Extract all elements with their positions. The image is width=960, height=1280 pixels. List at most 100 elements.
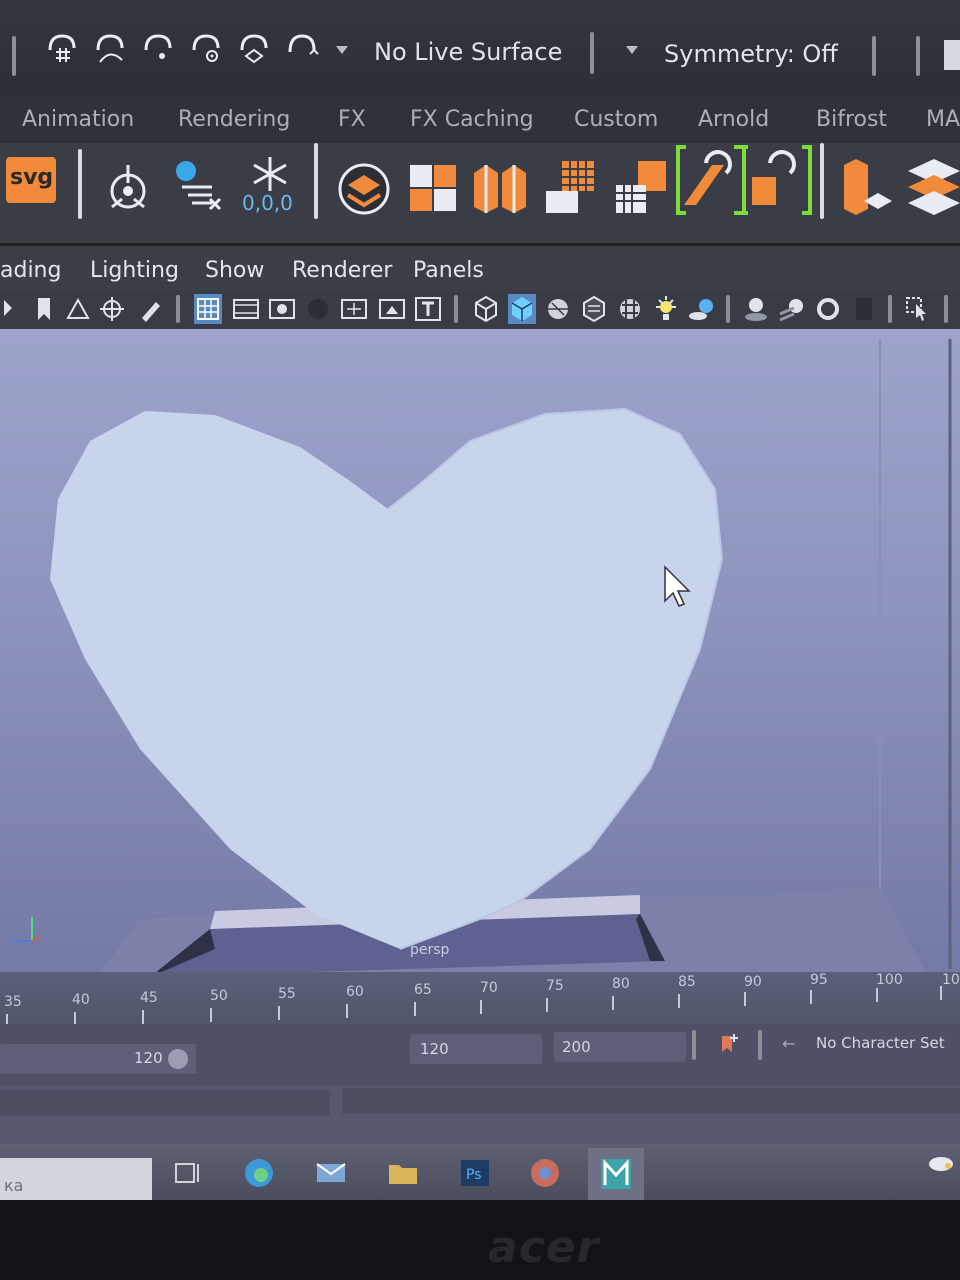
snap-surface-icon[interactable] [236, 30, 272, 66]
character-set-dropdown[interactable]: No Character Set [816, 1034, 945, 1052]
snap-point-icon[interactable] [140, 30, 176, 66]
edge-browser-icon[interactable] [242, 1156, 276, 1190]
tab-arnold[interactable]: Arnold [698, 107, 769, 132]
tab-fx-caching[interactable]: FX Caching [410, 107, 534, 132]
select-camera-icon[interactable] [0, 294, 28, 324]
split-cubes-icon[interactable] [470, 151, 530, 229]
tab-rendering[interactable]: Rendering [178, 107, 290, 132]
tab-bifrost[interactable]: Bifrost [816, 107, 887, 132]
layers-icon[interactable] [334, 151, 394, 229]
separator [820, 143, 824, 219]
camera-name-label: persp [410, 942, 450, 958]
task-view-icon[interactable] [172, 1156, 206, 1190]
animation-end-field[interactable]: 120 [410, 1034, 542, 1064]
safe-action-icon[interactable] [378, 294, 406, 324]
viewport-persp[interactable]: persp [0, 329, 960, 979]
weather-icon[interactable] [924, 1144, 958, 1178]
symmetry-dropdown[interactable]: Symmetry: Off [664, 40, 838, 68]
ambient-occlusion-icon[interactable] [742, 294, 770, 324]
tick [876, 988, 878, 1002]
isolate-select-icon[interactable] [904, 294, 932, 324]
heart-mesh[interactable] [50, 409, 722, 949]
separator [176, 295, 180, 323]
animation-total-field[interactable]: 200 [554, 1032, 686, 1062]
stacked-tiles-icon[interactable] [900, 151, 960, 229]
anti-aliasing-icon[interactable] [814, 294, 842, 324]
menu-show[interactable]: Show [205, 258, 264, 283]
safe-title-icon[interactable] [414, 294, 442, 324]
playback-range-bar[interactable]: 120 [0, 1044, 196, 1074]
menu-shading[interactable]: ading [0, 258, 61, 283]
field-chart-icon[interactable] [340, 294, 368, 324]
menu-renderer[interactable]: Renderer [292, 258, 392, 283]
cube-stack-icon[interactable] [836, 151, 896, 229]
menu-panels[interactable]: Panels [413, 258, 484, 283]
rotate-brackets-icon[interactable] [672, 143, 818, 217]
tick-label: 65 [414, 982, 432, 998]
command-line [0, 1086, 960, 1144]
grid-blocks-2-icon[interactable] [610, 151, 670, 229]
grid-icon[interactable] [194, 294, 222, 324]
pen-icon[interactable] [136, 294, 164, 324]
bake-icon[interactable] [170, 151, 230, 229]
tab-fx[interactable]: FX [338, 107, 366, 132]
shadows-icon[interactable] [688, 294, 716, 324]
lights-icon[interactable] [652, 294, 680, 324]
shelf-tabs: Animation Rendering FX FX Caching Custom… [0, 95, 960, 143]
smooth-shade-icon[interactable] [508, 294, 536, 324]
separator [692, 1030, 696, 1060]
mail-icon[interactable] [314, 1156, 348, 1190]
time-slider[interactable]: 35 40 45 50 55 60 65 70 75 80 85 90 95 1… [0, 972, 960, 1032]
wireframe-icon[interactable] [472, 294, 500, 324]
key-set-icon[interactable] [718, 1032, 742, 1056]
shelf: svg 0,0,0 [0, 143, 960, 243]
chrome-icon[interactable] [528, 1156, 562, 1190]
search-text: ка [4, 1176, 24, 1195]
maya-taskbar-button[interactable] [588, 1148, 644, 1200]
panel-toolbar [0, 291, 960, 329]
tick-label: 70 [480, 980, 498, 996]
tab-ma[interactable]: MA [926, 107, 960, 132]
live-surface-label[interactable]: No Live Surface [374, 38, 562, 66]
range-handle[interactable] [168, 1049, 188, 1069]
freeze-transforms-icon[interactable]: 0,0,0 [240, 151, 300, 229]
bookmark-icon[interactable] [30, 294, 58, 324]
tick [210, 1008, 212, 1022]
monitor-bezel [0, 1200, 960, 1280]
checker-icon[interactable] [616, 294, 644, 324]
joint-tool-icon[interactable] [98, 151, 158, 229]
snap-curve-icon[interactable] [92, 30, 128, 66]
photoshop-icon[interactable]: Ps [458, 1156, 492, 1190]
snap-view-plane-icon[interactable] [188, 30, 224, 66]
file-explorer-icon[interactable] [386, 1156, 420, 1190]
search-box[interactable]: ка [0, 1158, 152, 1202]
tick [346, 1004, 348, 1018]
tumble-icon[interactable] [98, 294, 126, 324]
shade-wire-icon[interactable] [544, 294, 572, 324]
tick [612, 996, 614, 1010]
depth-of-field-icon[interactable] [850, 294, 878, 324]
tab-animation[interactable]: Animation [22, 107, 134, 132]
chevron-down-icon[interactable] [336, 46, 348, 54]
camera-attributes-icon[interactable] [64, 294, 92, 324]
chevron-down-icon[interactable] [626, 46, 638, 54]
grid-blocks-icon[interactable] [540, 151, 600, 229]
quad-blocks-icon[interactable] [404, 151, 464, 229]
mel-input[interactable] [0, 1090, 330, 1116]
tick [278, 1006, 280, 1020]
textured-icon[interactable] [580, 294, 608, 324]
axis-gizmo [14, 917, 41, 942]
tick-label: 60 [346, 984, 364, 1000]
svg-icon[interactable]: svg [6, 157, 56, 203]
render-icon[interactable] [944, 40, 960, 70]
gate-mask-icon[interactable] [304, 294, 332, 324]
magnet-icon[interactable] [284, 30, 320, 66]
tick-label: 85 [678, 974, 696, 990]
tab-custom[interactable]: Custom [574, 107, 658, 132]
film-gate-icon[interactable] [232, 294, 260, 324]
motion-blur-icon[interactable] [778, 294, 806, 324]
tick-label: 35 [4, 994, 22, 1010]
snap-grid-icon[interactable] [44, 30, 80, 66]
menu-lighting[interactable]: Lighting [90, 258, 179, 283]
resolution-gate-icon[interactable] [268, 294, 296, 324]
